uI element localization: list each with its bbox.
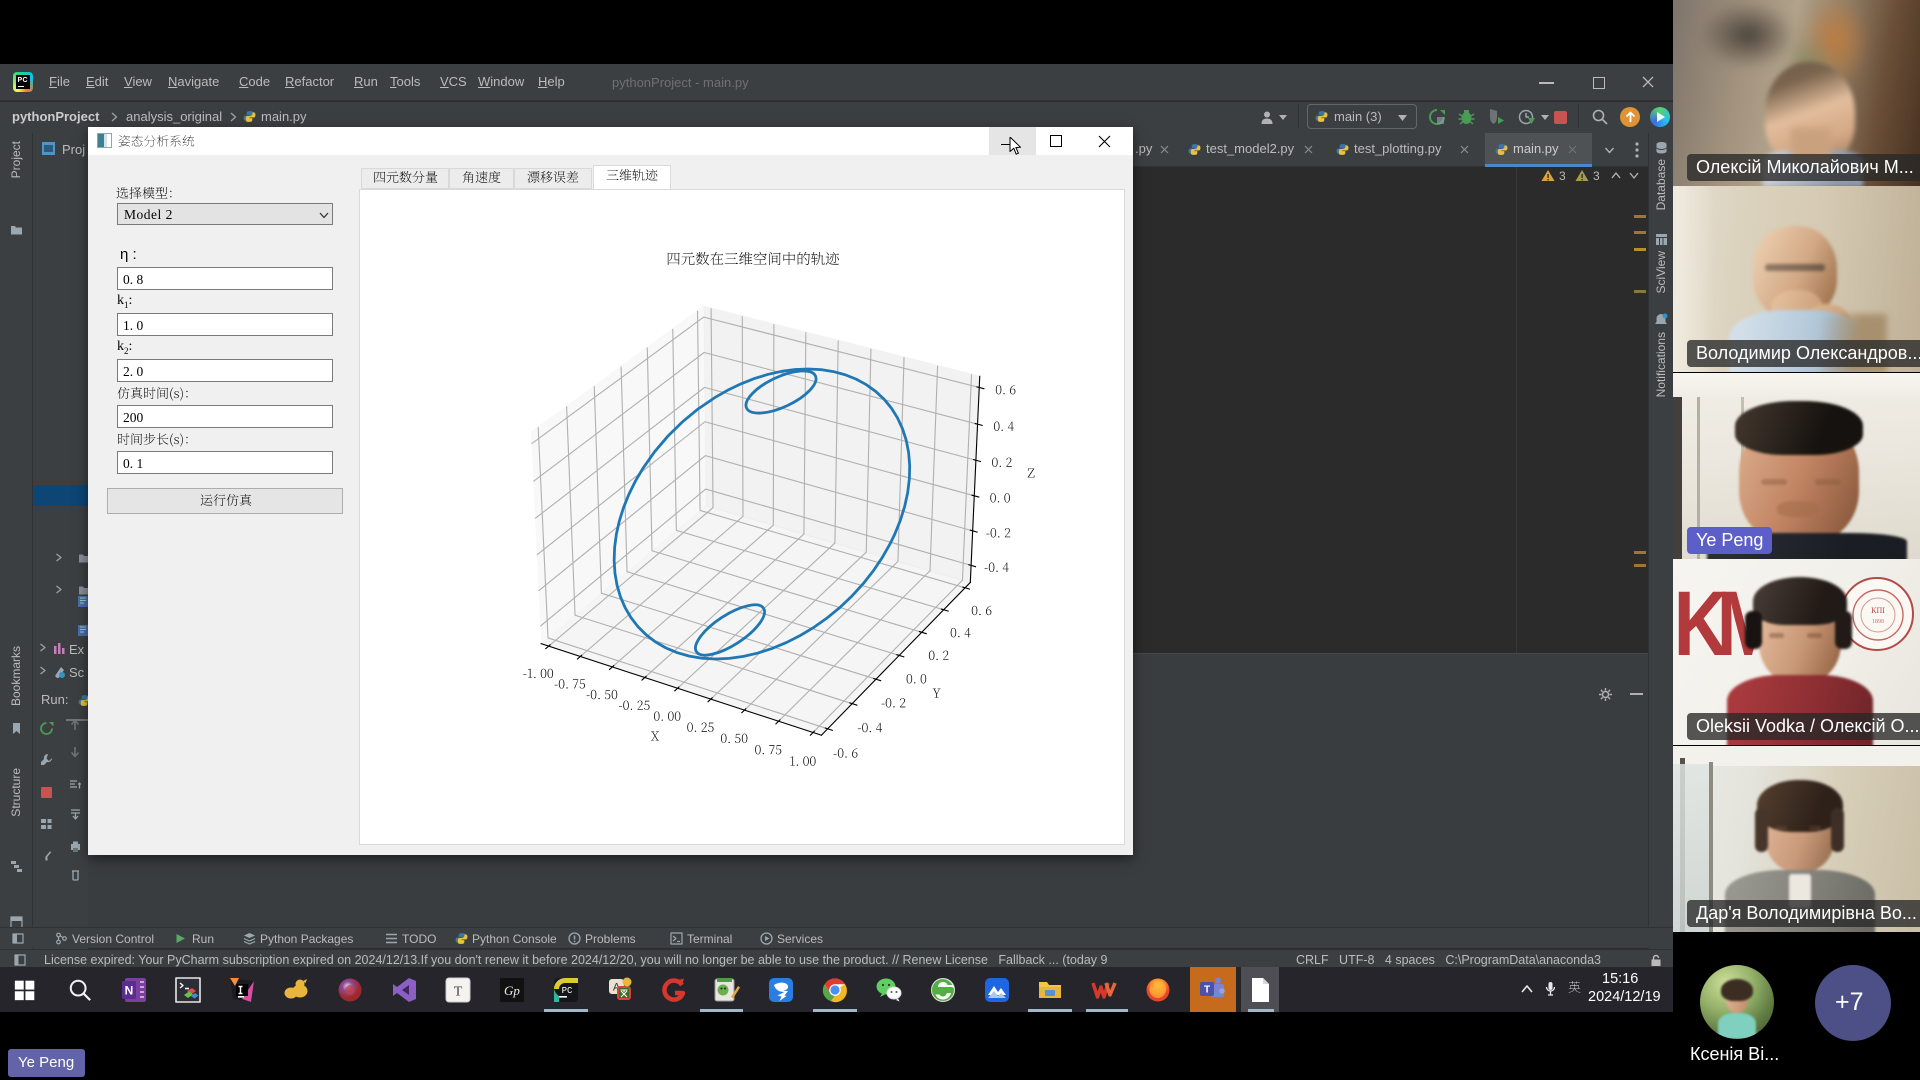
svg-text:Gp: Gp — [504, 983, 520, 998]
svg-text:T: T — [454, 985, 463, 1000]
svg-text:T: T — [1204, 985, 1210, 996]
svg-text:N: N — [125, 984, 134, 998]
svg-text:PC: PC — [562, 986, 573, 996]
